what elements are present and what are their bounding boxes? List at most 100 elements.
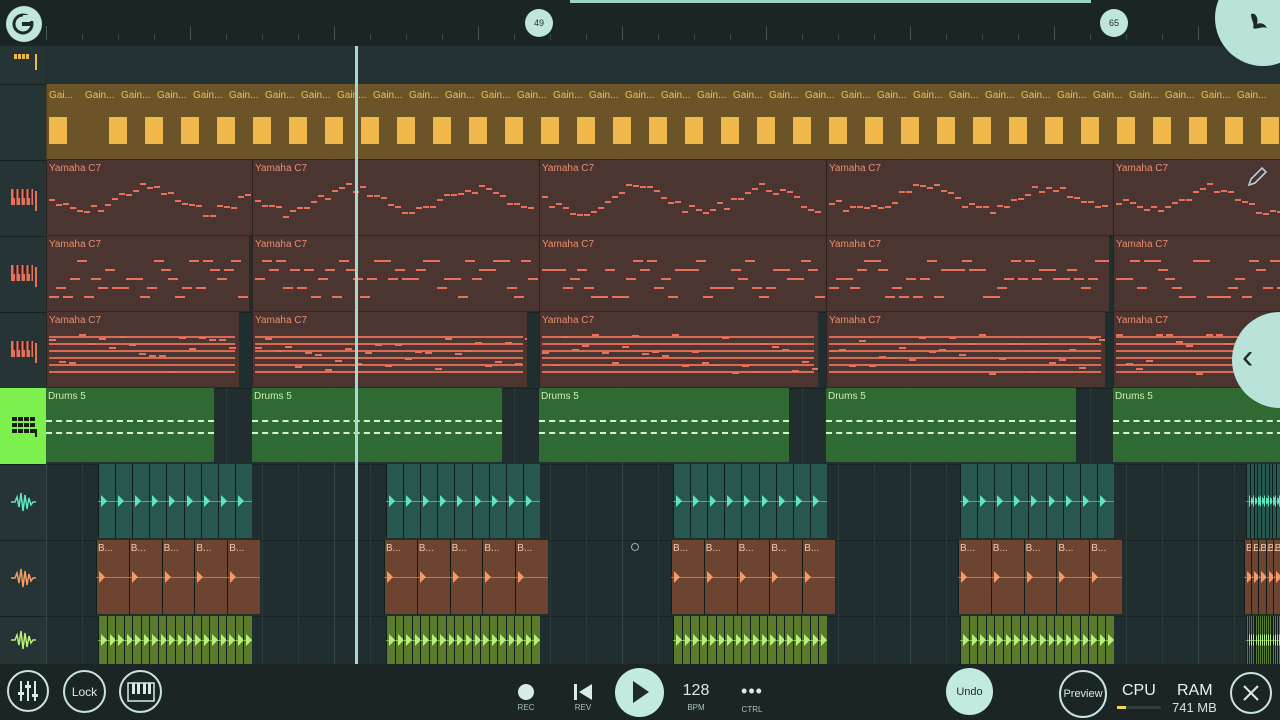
piano-clip[interactable]: Yamaha C7 [252,236,539,311]
drum-clip[interactable]: Drums 5 [826,388,1076,462]
audio-clip[interactable]: B...B...B...B...B... [1244,540,1280,614]
preview-button[interactable]: Preview [1059,670,1107,718]
piano-clip[interactable]: Yamaha C7 [539,312,818,387]
track-lane[interactable]: B... B... B... B... B... B... B... B... B... B...… [46,540,1280,617]
gain-block [1117,117,1135,144]
note [591,210,597,213]
note-line [255,343,523,345]
playlist-area[interactable]: Gai... Gain... Gain... Gain... Gain... Gain..… [46,46,1280,664]
drum-clip-label: Drums 5 [1115,391,1153,402]
note [632,335,639,337]
audio-clip[interactable] [386,616,540,664]
note [652,351,659,353]
piano-clip[interactable]: Yamaha C7 [46,312,239,387]
piano-clip[interactable]: Yamaha C7 [1113,236,1280,311]
audio-clip[interactable]: B...B...B...B...B... [384,540,548,614]
mixer-button[interactable] [7,670,49,712]
note [1039,191,1045,193]
audio-clip[interactable] [1246,464,1280,538]
track-lane[interactable]: Drums 5 Drums 5 Drums 5 Drums 5 Drums 5 [46,388,1280,465]
note [339,260,349,262]
audio-clip[interactable] [673,464,827,538]
audio-clip[interactable] [960,616,1114,664]
note [182,203,188,206]
track-lane[interactable]: Gai... Gain... Gain... Gain... Gain... Gain..… [46,84,1280,161]
logo-button[interactable] [6,6,42,42]
waveform-baseline [386,640,540,641]
timeline-ruler[interactable]: 49 65 [0,0,1280,46]
gain-clip-label: Gain... [481,90,511,101]
track-lane[interactable] [46,616,1280,664]
ctrl-menu[interactable]: ••• CTRL [734,680,770,714]
drum-clip[interactable]: Drums 5 [252,388,502,462]
note [367,278,377,280]
track-header[interactable] [0,46,46,85]
bar-marker-65[interactable]: 65 [1100,9,1128,37]
pencil-icon[interactable] [1246,164,1270,193]
play-button[interactable] [615,668,664,717]
audio-clip[interactable] [386,464,540,538]
track-header[interactable] [0,540,46,617]
audio-clip[interactable]: B...B...B...B...B... [671,540,835,614]
note [525,338,527,340]
piano-clip[interactable]: Yamaha C7 [826,236,1109,311]
audio-clip[interactable] [673,616,827,664]
piano-clip[interactable]: Yamaha C7 [46,160,252,235]
note [745,191,751,194]
piano-clip[interactable]: Yamaha C7 [252,312,527,387]
track-header[interactable] [0,236,46,313]
audio-clip[interactable]: B...B...B...B...B... [96,540,260,614]
track-header[interactable] [0,464,46,541]
track-header[interactable] [0,388,46,465]
keyboard-button[interactable] [119,670,162,713]
note [430,260,440,262]
track-lane[interactable]: Yamaha C7 Yamaha C7 Yamaha C7 Yamaha C7 Yama… [46,312,1280,389]
song-position-bar[interactable] [570,0,1091,3]
track-header[interactable] [0,312,46,389]
reverse-control[interactable]: REV [568,680,598,712]
gain-clip[interactable]: Gai... Gain... Gain... Gain... Gain... Gain..… [46,84,1280,159]
playhead[interactable] [355,46,358,664]
note [175,199,181,202]
piano-clip[interactable]: Yamaha C7 [826,312,1105,387]
track-lane[interactable]: Yamaha C7 Yamaha C7 Yamaha C7 Yamaha C7 Yama… [46,160,1280,237]
track-header[interactable] [0,160,46,237]
drum-clip[interactable]: Drums 5 [539,388,789,462]
note [612,362,619,364]
ruler-tick [442,34,443,40]
audio-clip[interactable]: B...B...B...B...B... [958,540,1122,614]
piano-clip[interactable]: Yamaha C7 [826,160,1113,235]
audio-clip[interactable] [98,616,252,664]
bar-marker-49[interactable]: 49 [525,9,553,37]
note [112,198,118,200]
note [1095,205,1101,208]
audio-clip[interactable] [98,464,252,538]
drum-clip[interactable]: Drums 5 [46,388,214,462]
track-lane[interactable]: Yamaha C7 Yamaha C7 Yamaha C7 Yamaha C7 Yama… [46,236,1280,313]
piano-clip[interactable]: Yamaha C7 [539,160,826,235]
lock-button[interactable]: Lock [63,670,106,713]
record-control[interactable]: REC [511,680,541,712]
undo-button[interactable]: Undo [946,668,993,715]
note [745,260,755,262]
note [231,207,237,210]
piano-clip[interactable]: Yamaha C7 [252,160,539,235]
close-button[interactable] [1230,672,1272,714]
audio-clip[interactable] [960,464,1114,538]
track-lane[interactable] [46,464,1280,541]
piano-clip[interactable]: Yamaha C7 [539,236,826,311]
piano-clip[interactable]: Yamaha C7 [46,236,249,311]
track-lane[interactable] [46,46,1280,85]
ruler-tick [838,34,839,40]
note [927,260,937,262]
note [475,342,482,344]
track-header[interactable] [0,84,46,161]
note [633,260,643,262]
note [59,361,66,363]
audio-clip[interactable] [1246,616,1280,664]
note [367,195,373,198]
tempo-control[interactable]: 128 BPM [676,680,716,712]
track-header[interactable] [0,616,46,665]
grid-line [1234,464,1235,540]
note [224,205,230,208]
